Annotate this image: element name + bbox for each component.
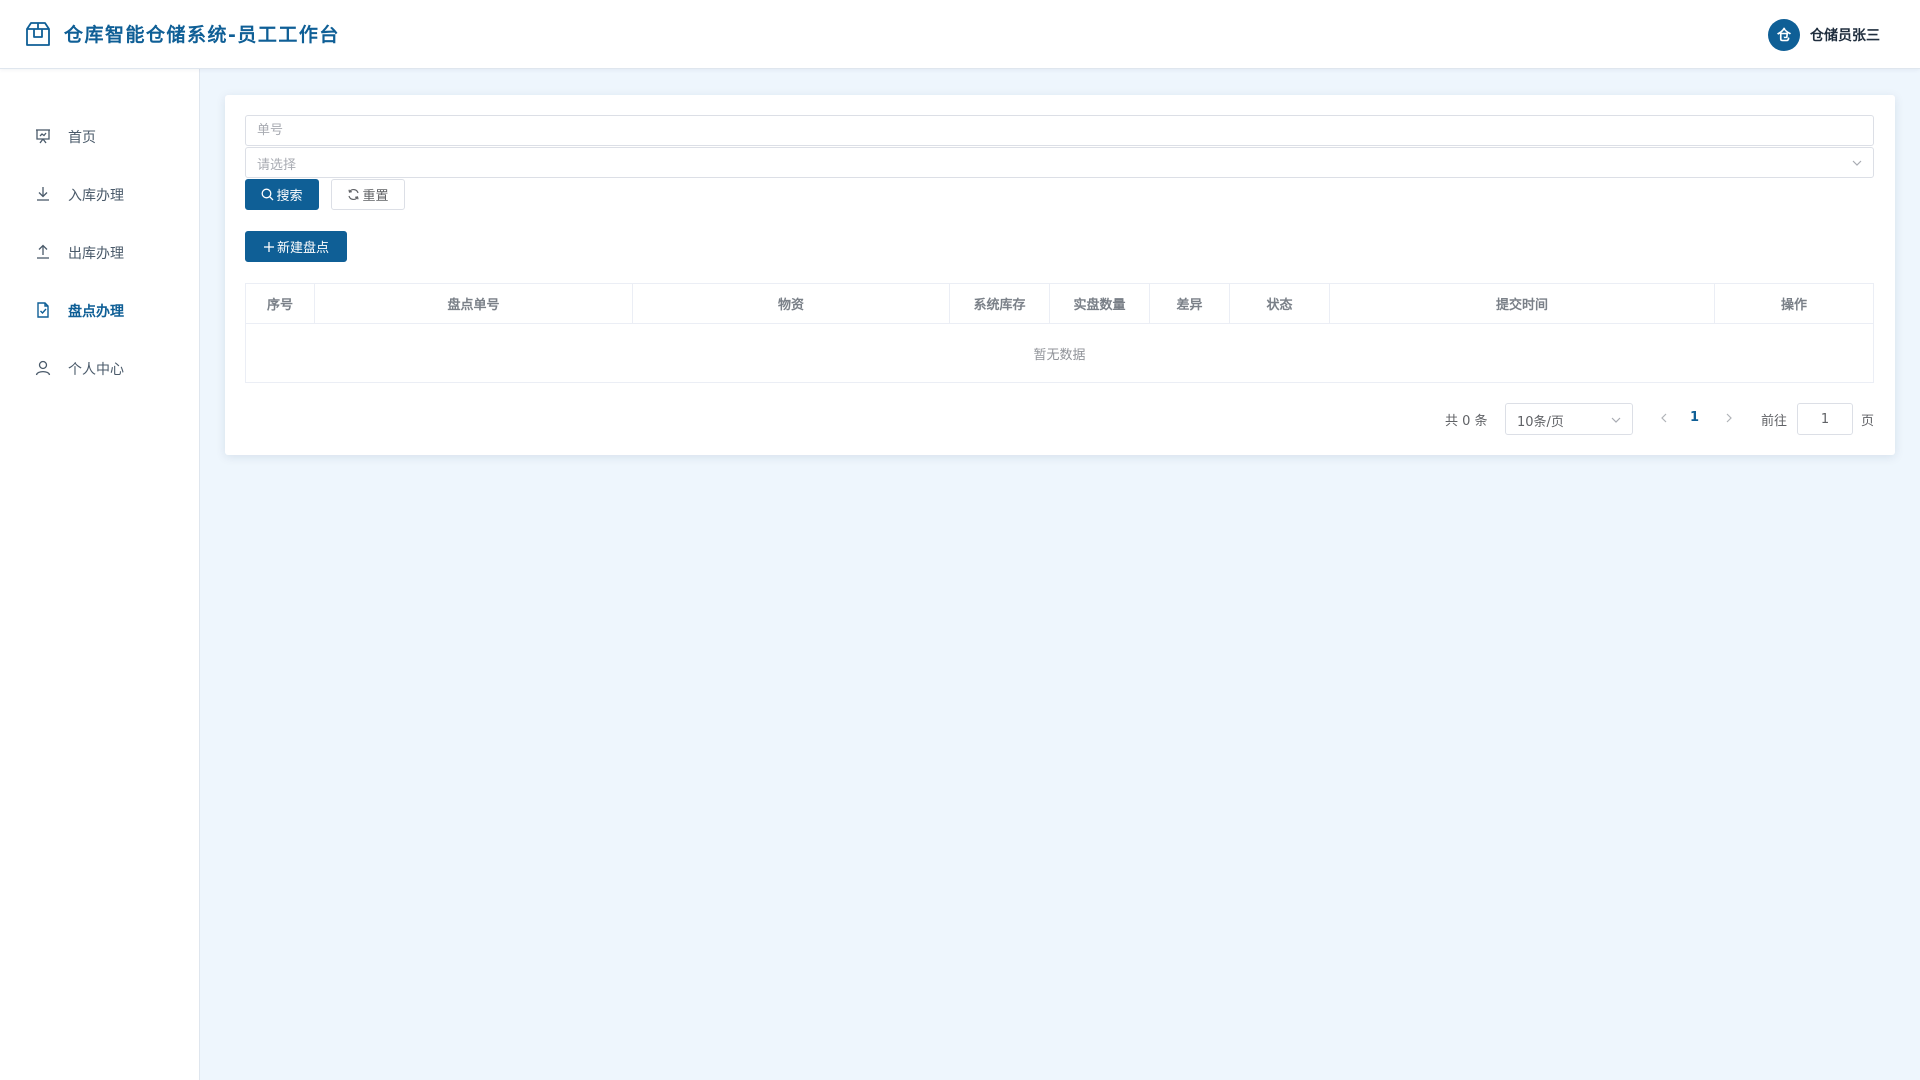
sidebar-item-inbound[interactable]: 入库办理 [0, 174, 199, 214]
upload-icon [37, 244, 49, 259]
pagination-total: 共 0 条 [1445, 414, 1488, 429]
sidebar: 首页 入库办理 出库办理 盘点办理 个人中心 [0, 69, 200, 1080]
sidebar-item-label: 首页 [68, 130, 96, 146]
column-header-status: 状态 [1230, 284, 1330, 323]
sidebar-item-stocktake[interactable]: 盘点办理 [0, 290, 199, 330]
stocktake-table: 序号 盘点单号 物资 系统库存 实盘数量 差异 状态 提交时间 操作 暂无数据 [245, 283, 1874, 383]
new-stocktake-button-label: 新建盘点 [276, 241, 329, 256]
pagination-page-1[interactable]: 1 [1690, 410, 1699, 425]
presentation-icon [36, 129, 50, 144]
app-title: 仓库智能仓储系统-员工工作台 [64, 24, 340, 46]
sidebar-item-home[interactable]: 首页 [0, 116, 199, 156]
sidebar-item-label: 盘点办理 [68, 304, 124, 320]
document-check-icon [37, 302, 49, 318]
chevron-down-icon [1852, 160, 1862, 166]
new-stocktake-button[interactable]: 新建盘点 [245, 231, 347, 262]
column-header-material: 物资 [633, 284, 950, 323]
sidebar-item-outbound[interactable]: 出库办理 [0, 232, 199, 272]
column-header-index: 序号 [246, 284, 315, 323]
table-empty-text: 暂无数据 [1033, 347, 1086, 363]
pagination-goto-label: 前往 [1761, 414, 1788, 429]
column-header-submit-time: 提交时间 [1330, 284, 1715, 323]
pagination-page-unit: 页 [1861, 414, 1875, 429]
plus-icon [263, 241, 274, 252]
package-box-icon [26, 22, 50, 46]
top-header: 仓库智能仓储系统-员工工作台 仓 仓储员张三 [0, 0, 1920, 69]
refresh-icon [348, 188, 360, 201]
page-size-select[interactable]: 10条/页 [1505, 403, 1633, 435]
search-button[interactable]: 搜索 [245, 179, 319, 210]
column-header-difference: 差异 [1150, 284, 1230, 323]
page-size-value: 10条/页 [1517, 415, 1564, 430]
column-header-stocktake-no: 盘点单号 [315, 284, 633, 323]
status-select[interactable]: 请选择 [245, 147, 1874, 178]
chevron-right-icon[interactable] [1722, 411, 1736, 425]
order-no-input[interactable] [245, 115, 1874, 146]
table-header: 序号 盘点单号 物资 系统库存 实盘数量 差异 状态 提交时间 操作 [246, 284, 1873, 324]
user-name[interactable]: 仓储员张三 [1810, 25, 1880, 45]
search-button-label: 搜索 [276, 189, 303, 204]
column-header-actions: 操作 [1780, 298, 1807, 313]
reset-button[interactable]: 重置 [331, 179, 405, 210]
sidebar-item-label: 个人中心 [68, 362, 124, 378]
search-icon [262, 188, 274, 201]
user-icon [35, 360, 51, 376]
sidebar-item-label: 入库办理 [68, 188, 124, 204]
download-icon [37, 187, 49, 201]
column-header-actual-qty: 实盘数量 [1050, 284, 1150, 323]
sidebar-item-label: 出库办理 [68, 246, 124, 262]
column-header-system-stock: 系统库存 [950, 284, 1050, 323]
status-select-placeholder: 请选择 [257, 158, 297, 173]
reset-button-label: 重置 [362, 189, 389, 204]
chevron-left-icon[interactable] [1657, 411, 1671, 425]
pagination-goto-input[interactable] [1797, 403, 1853, 435]
user-menu[interactable]: 仓 仓储员张三 [1768, 19, 1880, 51]
main-card: 请选择 搜索 重置 新建盘点 序号 盘点单号 物资 系统库存 实盘数量 差异 [225, 95, 1895, 455]
avatar[interactable]: 仓 [1768, 19, 1800, 51]
sidebar-item-profile[interactable]: 个人中心 [0, 348, 199, 388]
chevron-down-icon [1611, 417, 1621, 423]
